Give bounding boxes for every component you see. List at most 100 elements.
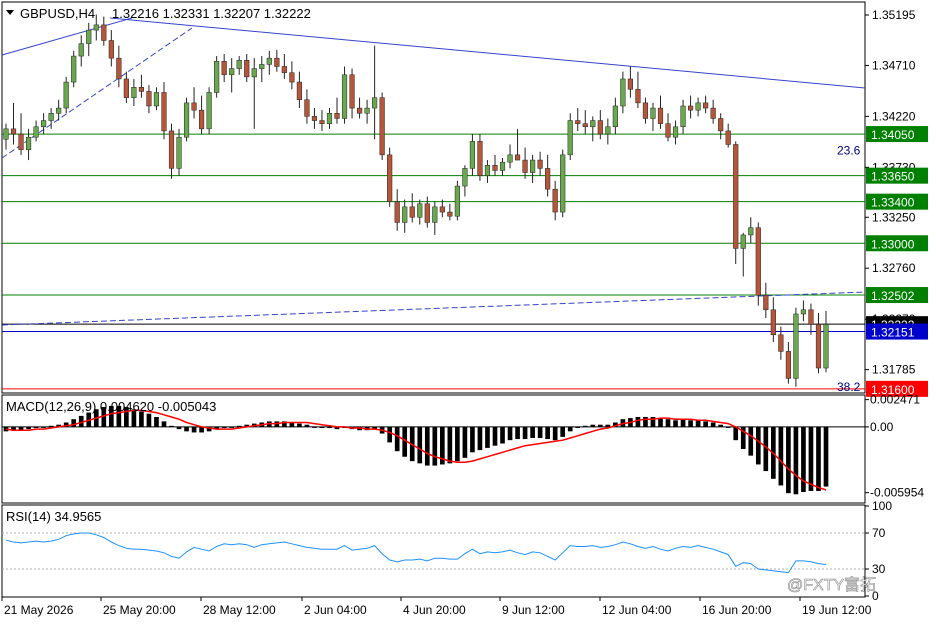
candle-body-107	[808, 309, 814, 325]
macd-bar-39	[297, 423, 302, 427]
candle-body-7	[56, 107, 62, 114]
time-tick-label-7: 16 Jun 20:00	[702, 603, 772, 617]
candle-body-3	[25, 136, 32, 150]
rsi-tick-label-1: 70	[872, 526, 886, 540]
candle-body-19	[146, 91, 152, 107]
macd-bar-21	[161, 421, 167, 427]
candle-body-65	[492, 165, 498, 171]
candle-body-17	[131, 87, 137, 98]
candle-body-37	[281, 66, 287, 73]
candle-body-42	[319, 120, 325, 124]
level-tag-label-3: 1.33000	[871, 237, 915, 251]
level-tag-label-2: 1.33400	[871, 196, 915, 210]
macd-bar-99	[748, 426, 754, 456]
candle-body-52	[394, 201, 400, 223]
candle-body-0	[3, 128, 9, 140]
macd-tick-label-1: 0.00	[870, 420, 894, 434]
level-tag-label-0: 1.34050	[871, 128, 915, 142]
candle-body-106	[800, 309, 807, 315]
candle-body-49	[372, 97, 378, 109]
macd-bar-59	[447, 426, 453, 464]
time-tick-label-0: 21 May 2026	[4, 603, 74, 617]
rsi-tick-label-0: 100	[872, 499, 892, 513]
rsi-pane[interactable]: RSI(14) 34.9565 10070300	[1, 499, 892, 603]
candle-body-98	[740, 234, 746, 249]
candle-body-78	[590, 120, 596, 128]
macd-bar-107	[808, 426, 814, 491]
candle-body-108	[815, 324, 822, 369]
candle-body-79	[597, 120, 603, 135]
candle-body-4	[33, 126, 39, 138]
fib-label-1: 38.2	[837, 380, 861, 394]
macd-bar-40	[304, 424, 310, 427]
macd-bar-9	[71, 419, 77, 427]
macd-bar-78	[590, 424, 596, 427]
time-tick-label-1: 25 May 20:00	[103, 603, 176, 617]
macd-bar-77	[582, 425, 588, 427]
candle-body-64	[484, 165, 491, 176]
macd-bar-64	[485, 426, 490, 448]
candle-body-39	[296, 81, 302, 100]
candle-body-1	[10, 128, 17, 135]
price-tick-label-4: 1.33250	[872, 210, 916, 224]
macd-tick-label-2: -0.005954	[870, 486, 924, 500]
time-tick-label-6: 12 Jun 04:00	[602, 603, 672, 617]
price-tick-label-5: 1.32760	[872, 261, 916, 275]
macd-bar-52	[394, 426, 400, 452]
price-tick-label-0: 1.35195	[872, 8, 916, 22]
macd-bar-30	[229, 426, 235, 428]
macd-bar-24	[184, 426, 189, 432]
time-tick-label-8: 19 Jun 12:00	[802, 603, 872, 617]
candle-body-80	[605, 126, 611, 135]
macd-bar-109	[823, 426, 829, 487]
rsi-pane-frame	[1, 504, 866, 598]
macd-bar-51	[387, 426, 393, 443]
macd-bar-97	[733, 426, 739, 441]
candle-body-109	[823, 324, 829, 369]
price-tick-label-1: 1.34710	[872, 58, 916, 72]
candle-body-43	[326, 113, 333, 124]
candle-body-24	[183, 102, 190, 138]
macd-bar-90	[680, 419, 686, 427]
macd-bar-70	[530, 426, 535, 438]
candle-body-63	[477, 141, 483, 176]
candle-body-32	[244, 59, 250, 78]
candle-body-44	[334, 113, 340, 119]
candle-body-101	[763, 295, 769, 311]
candle-body-71	[537, 159, 543, 169]
macd-pane[interactable]: MACD(12,26,9) 0.004620 -0.005043 0.00247…	[1, 393, 924, 504]
candle-body-10	[78, 43, 84, 57]
macd-bar-66	[500, 426, 505, 444]
candle-body-51	[387, 154, 393, 202]
candle-body-11	[86, 29, 92, 44]
macd-bar-42	[319, 426, 325, 429]
candle-body-102	[770, 309, 776, 336]
candle-body-75	[567, 120, 573, 156]
macd-bar-62	[470, 426, 475, 453]
candle-body-82	[620, 78, 626, 107]
macd-bar-76	[575, 426, 581, 429]
macd-bar-105	[793, 426, 799, 495]
candle-body-87	[657, 107, 664, 124]
candle-body-45	[341, 74, 348, 119]
trading-chart[interactable]: 23.638.2 1.351951.347101.342201.337301.3…	[0, 0, 936, 624]
macd-bar-41	[312, 426, 317, 428]
candle-body-22	[168, 130, 175, 169]
macd-bar-43	[327, 426, 332, 429]
macd-bar-29	[221, 426, 227, 429]
candle-body-66	[499, 161, 506, 171]
macd-bar-79	[597, 424, 603, 427]
candle-body-12	[93, 24, 99, 31]
candle-body-28	[214, 61, 220, 93]
price-pane[interactable]: 23.638.2 1.351951.347101.342201.337301.3…	[1, 1, 928, 397]
rsi-title: RSI(14) 34.9565	[6, 509, 101, 524]
time-tick-label-2: 28 May 12:00	[203, 603, 276, 617]
macd-bar-71	[537, 426, 543, 438]
time-tick-label-5: 9 Jun 12:00	[502, 603, 565, 617]
macd-bar-87	[658, 418, 663, 427]
macd-bar-3	[26, 426, 31, 430]
macd-bar-69	[522, 426, 528, 440]
candle-body-15	[116, 57, 122, 80]
price-tick-label-7: 1.31785	[872, 363, 916, 377]
macd-title: MACD(12,26,9) 0.004620 -0.005043	[6, 399, 216, 414]
